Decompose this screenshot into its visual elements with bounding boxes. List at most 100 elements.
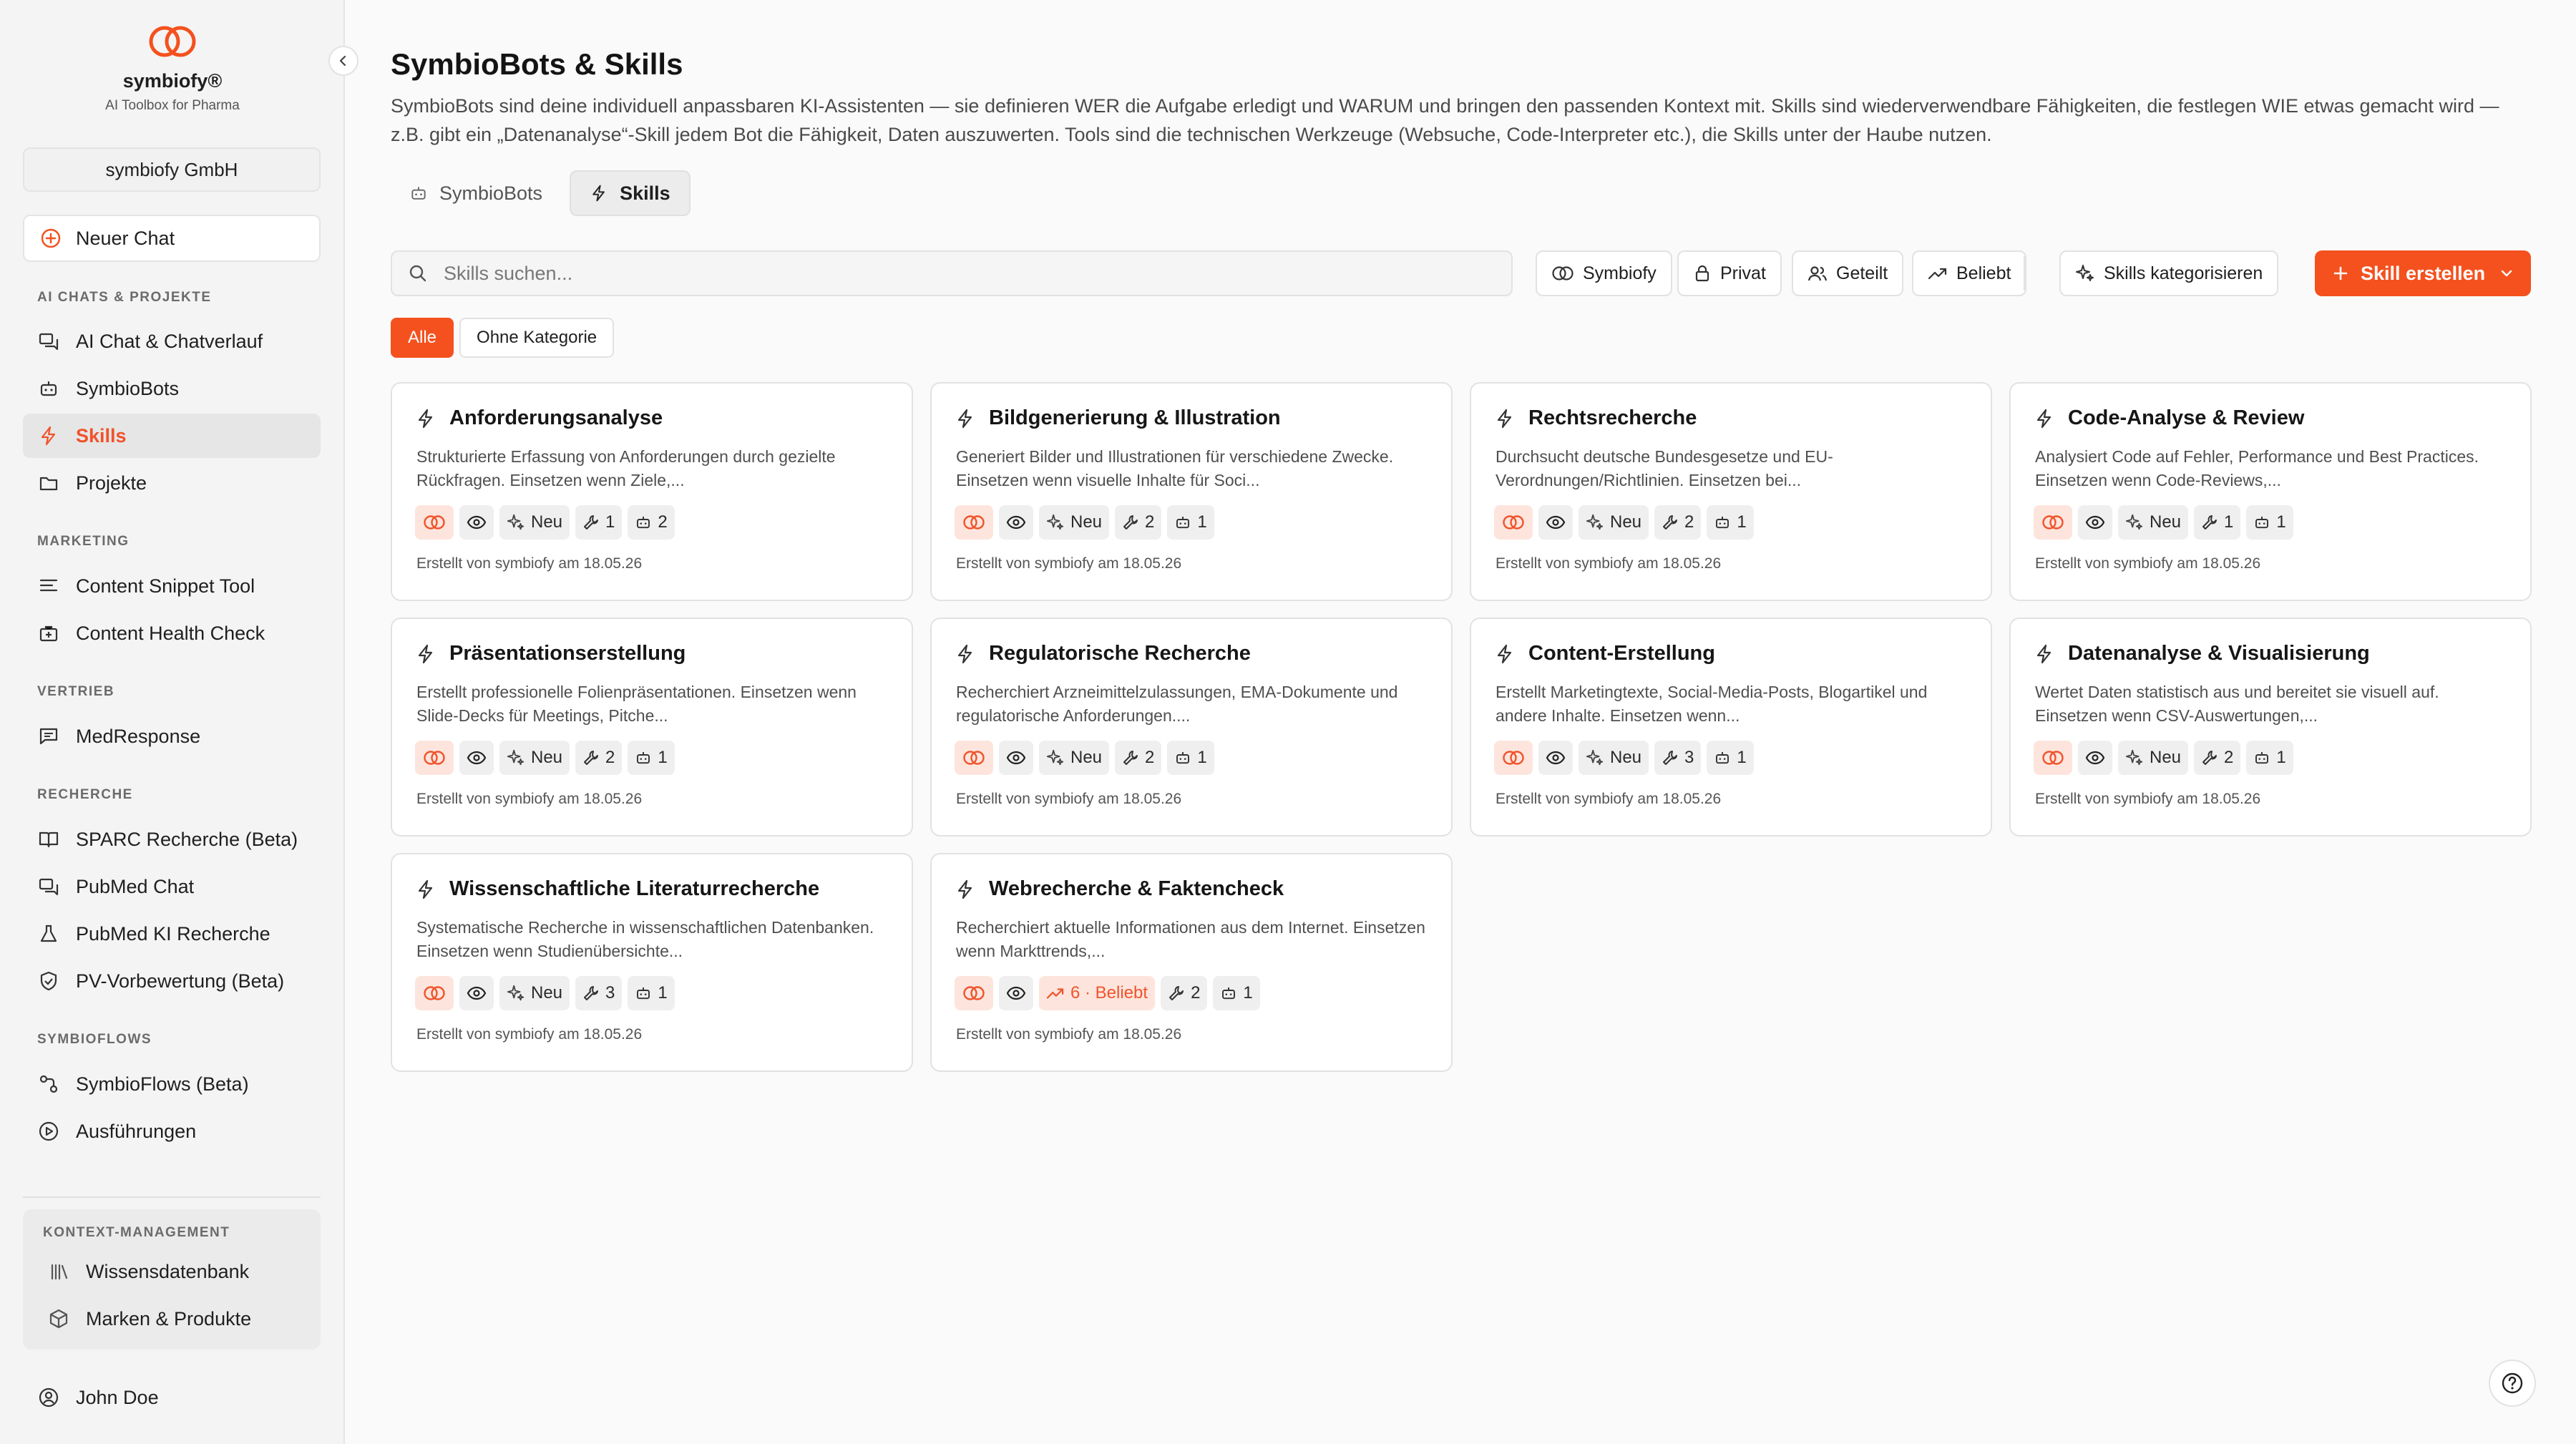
sidebar-item-wissensdatenbank[interactable]: Wissensdatenbank	[33, 1249, 312, 1294]
filter-symbiofy-button[interactable]: Symbiofy	[1536, 250, 1672, 296]
symbiofy-logo-icon	[422, 514, 447, 531]
skill-card[interactable]: Code-Analyse & Review Analysiert Code auf…	[2009, 382, 2532, 601]
search-input[interactable]	[444, 262, 1481, 285]
skill-card[interactable]: Webrecherche & Faktencheck Recherchiert a…	[930, 853, 1453, 1072]
sidebar-item-symbioflows[interactable]: SymbioFlows (Beta)	[23, 1062, 321, 1106]
filter-beliebt-button[interactable]: Beliebt	[1912, 250, 2027, 296]
eye-icon	[2085, 514, 2105, 530]
eye-icon	[467, 985, 487, 1001]
bolt-icon	[415, 643, 436, 665]
skill-card[interactable]: Regulatorische Recherche Recherchiert Arz…	[930, 618, 1453, 836]
wrench-icon	[582, 749, 600, 766]
help-button[interactable]	[2489, 1360, 2536, 1407]
skill-card[interactable]: Bildgenerierung & Illustration Generiert …	[930, 382, 1453, 601]
filter-geteilt-button[interactable]: Geteilt	[1792, 250, 1904, 296]
tools-count-badge: 2	[1115, 741, 1162, 775]
filter-privat-button[interactable]: Privat	[1677, 250, 1782, 296]
symbiofy-logo-icon	[962, 985, 986, 1002]
wrench-icon	[582, 514, 600, 531]
sidebar-item-content-health-check[interactable]: Content Health Check	[23, 611, 321, 655]
skill-card[interactable]: Datenanalyse & Visualisierung Wertet Date…	[2009, 618, 2532, 836]
medical-bag-icon	[37, 622, 60, 645]
sidebar-item-pubmed-ki-recherche[interactable]: PubMed KI Recherche	[23, 912, 321, 956]
wrench-icon	[1168, 985, 1185, 1002]
bots-count-badge: 1	[1707, 505, 1754, 540]
eye-icon	[1546, 514, 1566, 530]
tools-count-badge: 3	[1654, 741, 1702, 775]
sidebar-item-sparc-recherche[interactable]: SPARC Recherche (Beta)	[23, 817, 321, 862]
status-label: Neu	[531, 983, 563, 1002]
main-content: SymbioBots & Skills SymbioBots sind dein…	[346, 0, 2576, 1444]
bolt-icon	[955, 879, 976, 900]
skill-badges: Neu 1 2	[415, 505, 675, 540]
tools-count-badge: 2	[1115, 505, 1162, 540]
skill-card[interactable]: Wissenschaftliche Literaturrecherche Syst…	[391, 853, 913, 1072]
status-label: Neu	[1070, 748, 1103, 767]
tab-label: Skills	[620, 182, 670, 204]
sidebar-item-pv-vorbewertung[interactable]: PV-Vorbewertung (Beta)	[23, 959, 321, 1003]
skill-title: Code-Analyse & Review	[2068, 406, 2305, 429]
page-title: SymbioBots & Skills	[391, 47, 683, 81]
sparkles-icon	[1586, 748, 1604, 767]
sidebar-item-ausfuehrungen[interactable]: Ausführungen	[23, 1109, 321, 1153]
tools-count-badge: 3	[575, 976, 623, 1010]
chip-alle[interactable]: Alle	[391, 318, 454, 358]
bolt-icon	[955, 643, 976, 665]
symbiofy-badge	[955, 976, 993, 1010]
organization-selector[interactable]: symbiofy GmbH	[23, 147, 321, 192]
status-label: Neu	[2150, 512, 2182, 532]
skill-title: Content-Erstellung	[1528, 642, 1715, 665]
tab-skills[interactable]: Skills	[570, 170, 691, 216]
categorize-skills-button[interactable]: Skills kategorisieren	[2059, 250, 2279, 296]
bots-count: 1	[1197, 512, 1207, 532]
sidebar-item-medresponse[interactable]: MedResponse	[23, 714, 321, 758]
skill-badges: Neu 3 1	[415, 976, 675, 1010]
sidebar-item-projekte[interactable]: Projekte	[23, 461, 321, 505]
skill-title-row: Rechtsrecherche	[1494, 406, 1697, 430]
visibility-badge	[1538, 741, 1573, 775]
skill-card[interactable]: Rechtsrecherche Durchsucht deutsche Bunde…	[1470, 382, 1992, 601]
skill-footer: Erstellt von symbiofy am 18.05.26	[416, 791, 643, 807]
tools-count: 1	[2224, 512, 2234, 532]
visibility-badge	[459, 976, 494, 1010]
sparkles-icon	[507, 748, 525, 767]
symbiofy-logo-icon	[422, 985, 447, 1002]
status-label: Neu	[531, 748, 563, 767]
collapse-sidebar-button[interactable]	[328, 46, 358, 76]
create-skill-button[interactable]: Skill erstellen	[2315, 250, 2531, 296]
trending-up-icon	[1928, 265, 1948, 282]
skill-title: Regulatorische Recherche	[989, 642, 1251, 665]
library-icon	[47, 1260, 70, 1283]
skill-title-row: Anforderungsanalyse	[415, 406, 663, 430]
skill-card[interactable]: Content-Erstellung Erstellt Marketingtext…	[1470, 618, 1992, 836]
chip-ohne-kategorie[interactable]: Ohne Kategorie	[459, 318, 615, 358]
sidebar-item-pubmed-chat[interactable]: PubMed Chat	[23, 864, 321, 909]
tab-symbiobots[interactable]: SymbioBots	[391, 170, 561, 216]
visibility-badge	[2078, 505, 2112, 540]
tools-count: 2	[1191, 983, 1201, 1002]
flask-icon	[37, 922, 60, 945]
sidebar-item-symbiobots[interactable]: SymbioBots	[23, 366, 321, 411]
skill-title-row: Regulatorische Recherche	[955, 642, 1251, 665]
symbiofy-badge	[2034, 505, 2072, 540]
status-badge: Neu	[1039, 741, 1110, 775]
bots-count: 1	[1737, 748, 1747, 767]
tools-count: 2	[2224, 748, 2234, 767]
sidebar-item-content-snippet-tool[interactable]: Content Snippet Tool	[23, 564, 321, 608]
skill-badges: Neu 1 1	[2034, 505, 2293, 540]
skill-title: Rechtsrecherche	[1528, 406, 1697, 429]
skill-card[interactable]: Anforderungsanalyse Strukturierte Erfassu…	[391, 382, 913, 601]
symbiofy-logo-icon[interactable]	[147, 21, 197, 62]
wrench-icon	[1122, 514, 1139, 531]
bots-count-badge: 1	[1167, 741, 1214, 775]
status-label: Neu	[1070, 512, 1103, 532]
sidebar-item-ai-chat[interactable]: AI Chat & Chatverlauf	[23, 319, 321, 364]
sidebar-item-marken-produkte[interactable]: Marken & Produkte	[33, 1297, 312, 1341]
skill-card[interactable]: Präsentationserstellung Erstellt professi…	[391, 618, 913, 836]
user-profile[interactable]: John Doe	[23, 1375, 321, 1420]
new-chat-button[interactable]: Neuer Chat	[23, 215, 321, 262]
sidebar-item-skills[interactable]: Skills	[23, 414, 321, 458]
sparkles-icon	[1586, 513, 1604, 532]
tools-count: 1	[605, 512, 615, 532]
skill-badges: Neu 2 1	[415, 741, 675, 775]
